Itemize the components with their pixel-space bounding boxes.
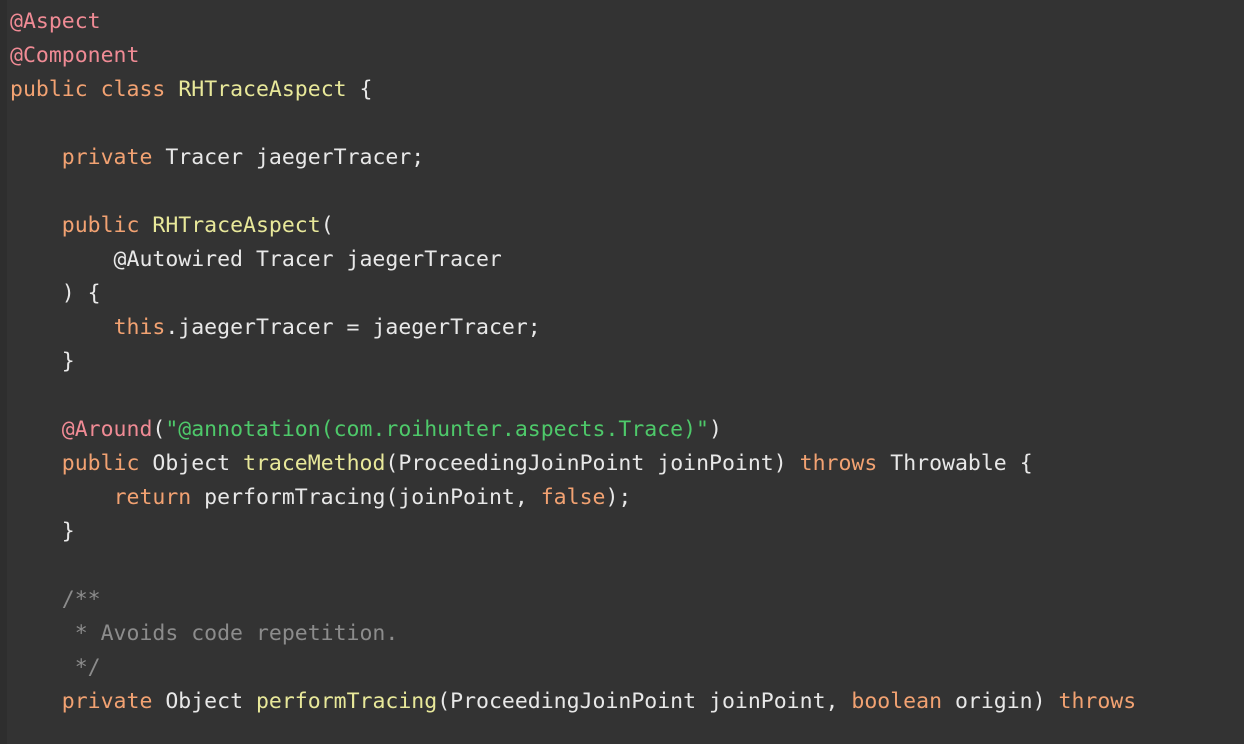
source-code-block[interactable]: @Aspect @Component public class RHTraceAsp… [10, 5, 1244, 719]
code-token-kw: boolean [851, 689, 943, 714]
code-token-punct: ) [709, 417, 722, 442]
code-token-kw: private [61, 145, 153, 170]
code-token-plain: origin) [942, 689, 1059, 714]
code-token-punct: ( [320, 213, 334, 238]
code-token-punct: } [10, 349, 75, 374]
code-editor-viewport[interactable]: @Aspect @Component public class RHTraceAsp… [0, 0, 1244, 744]
code-token-kw: return [113, 485, 192, 510]
code-token-comment: */ [10, 655, 101, 680]
code-token-comment: /** [10, 587, 101, 612]
code-token-punct: ( [152, 417, 166, 442]
code-token-fn: RHTraceAspect [152, 213, 321, 238]
code-line[interactable] [10, 107, 1244, 141]
code-token-kw: private [61, 689, 153, 714]
code-line[interactable] [10, 379, 1244, 413]
editor-left-gutter-strip [0, 0, 7, 744]
code-line[interactable] [10, 175, 1244, 209]
code-token-kw: public [61, 451, 140, 476]
code-token-plain: (ProceedingJoinPoint joinPoint, [437, 689, 852, 714]
code-line[interactable]: public Object traceMethod(ProceedingJoin… [10, 447, 1244, 481]
code-token-kw: throws [1058, 689, 1137, 714]
code-line[interactable]: @Component [10, 39, 1244, 73]
code-token-type: Object [165, 689, 244, 714]
code-line[interactable]: */ [10, 651, 1244, 685]
code-line[interactable]: /** [10, 583, 1244, 617]
code-token-class: RHTraceAspect [178, 77, 347, 102]
code-line[interactable] [10, 549, 1244, 583]
code-token-kw: class [100, 77, 166, 102]
code-token-plain: (ProceedingJoinPoint joinPoint) [385, 451, 800, 476]
code-token-fn: performTracing [255, 689, 438, 714]
code-token-fn: traceMethod [243, 451, 386, 476]
code-line[interactable]: public class RHTraceAspect { [10, 73, 1244, 107]
code-line[interactable]: return performTracing(joinPoint, false); [10, 481, 1244, 515]
code-line[interactable]: private Tracer jaegerTracer; [10, 141, 1244, 175]
code-token-plain: jaegerTracer; [243, 145, 425, 170]
code-line[interactable]: public RHTraceAspect( [10, 209, 1244, 243]
code-line[interactable]: } [10, 345, 1244, 379]
code-token-plain: @Autowired Tracer jaegerTracer [10, 247, 502, 272]
code-token-ann: @Aspect [10, 9, 101, 34]
code-token-kw: throws [799, 451, 878, 476]
code-token-ann: @Around [61, 417, 153, 442]
code-token-plain: .jaegerTracer = jaegerTracer; [165, 315, 541, 340]
code-token-plain: ); [605, 485, 632, 510]
code-line[interactable]: * Avoids code repetition. [10, 617, 1244, 651]
code-token-kw: this [113, 315, 166, 340]
code-token-type: Tracer [165, 145, 244, 170]
code-token-plain: Throwable { [877, 451, 1033, 476]
code-token-punct: { [346, 77, 373, 102]
code-token-ann: @Component [10, 43, 140, 68]
code-line[interactable]: @Aspect [10, 5, 1244, 39]
code-token-comment: * Avoids code repetition. [10, 621, 399, 646]
code-token-type: Object [152, 451, 231, 476]
code-line[interactable]: private Object performTracing(Proceeding… [10, 685, 1244, 719]
code-line[interactable]: ) { [10, 277, 1244, 311]
code-line[interactable]: @Autowired Tracer jaegerTracer [10, 243, 1244, 277]
code-token-kw: public [10, 77, 88, 102]
code-token-plain: performTracing(joinPoint, [191, 485, 541, 510]
code-token-punct: } [10, 519, 75, 544]
code-line[interactable]: this.jaegerTracer = jaegerTracer; [10, 311, 1244, 345]
code-token-str: "@annotation(com.roihunter.aspects.Trace… [165, 417, 709, 442]
code-line[interactable]: } [10, 515, 1244, 549]
code-token-kw: public [61, 213, 140, 238]
code-token-punct: ) { [10, 281, 101, 306]
code-token-kw: false [540, 485, 606, 510]
code-line[interactable]: @Around("@annotation(com.roihunter.aspec… [10, 413, 1244, 447]
